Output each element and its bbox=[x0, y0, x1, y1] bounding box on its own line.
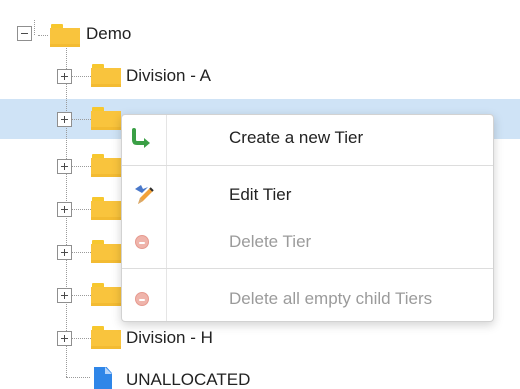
menu-item-label: Delete Tier bbox=[229, 232, 312, 251]
create-tier-icon bbox=[132, 128, 150, 148]
folder-icon bbox=[91, 64, 121, 88]
folder-icon bbox=[91, 154, 121, 178]
folder-icon bbox=[91, 240, 121, 264]
tier-tree-screen: Demo Division - A Division - H UNALLOCAT… bbox=[0, 0, 520, 389]
document-icon bbox=[94, 367, 112, 389]
tree-connector bbox=[72, 119, 91, 120]
tree-node-label[interactable]: Demo bbox=[86, 24, 131, 44]
tree-connector bbox=[72, 76, 91, 77]
expand-node-button[interactable] bbox=[57, 331, 72, 346]
menu-divider bbox=[122, 268, 493, 269]
root-tree-guide-line bbox=[34, 20, 35, 35]
delete-tier-icon bbox=[130, 230, 154, 254]
root-tree-connector bbox=[38, 35, 48, 36]
folder-icon bbox=[50, 24, 80, 48]
expand-node-button[interactable] bbox=[57, 202, 72, 217]
folder-icon bbox=[91, 197, 121, 221]
context-menu: Create a new Tier Edit Tier Delete Tier … bbox=[121, 114, 494, 322]
expand-node-button[interactable] bbox=[57, 288, 72, 303]
menu-divider bbox=[122, 165, 493, 166]
folder-icon bbox=[91, 326, 121, 350]
tree-connector bbox=[72, 252, 91, 253]
menu-item-label: Edit Tier bbox=[229, 185, 292, 204]
expand-node-button[interactable] bbox=[57, 159, 72, 174]
collapse-root-button[interactable] bbox=[17, 26, 32, 41]
delete-empty-child-tiers-icon bbox=[130, 287, 154, 311]
menu-item-delete-all-empty-child-tiers[interactable]: Delete all empty child Tiers bbox=[122, 279, 493, 319]
expand-node-button[interactable] bbox=[57, 112, 72, 127]
tree-connector bbox=[72, 166, 91, 167]
tree-connector bbox=[72, 209, 91, 210]
menu-item-delete-tier[interactable]: Delete Tier bbox=[122, 222, 493, 262]
menu-item-edit-tier[interactable]: Edit Tier bbox=[122, 175, 493, 215]
tree-node-label[interactable]: UNALLOCATED bbox=[126, 370, 250, 389]
tree-node-label[interactable]: Division - H bbox=[126, 328, 213, 348]
tree-connector bbox=[66, 377, 90, 378]
menu-item-label: Create a new Tier bbox=[229, 128, 364, 147]
menu-item-create-new-tier[interactable]: Create a new Tier bbox=[122, 118, 493, 158]
edit-tier-icon bbox=[135, 185, 154, 204]
tree-connector bbox=[72, 295, 91, 296]
folder-icon bbox=[91, 107, 121, 131]
folder-icon bbox=[91, 283, 121, 307]
expand-node-button[interactable] bbox=[57, 69, 72, 84]
expand-node-button[interactable] bbox=[57, 245, 72, 260]
menu-item-label: Delete all empty child Tiers bbox=[229, 289, 433, 308]
tree-connector bbox=[72, 338, 91, 339]
tree-node-label[interactable]: Division - A bbox=[126, 66, 211, 86]
